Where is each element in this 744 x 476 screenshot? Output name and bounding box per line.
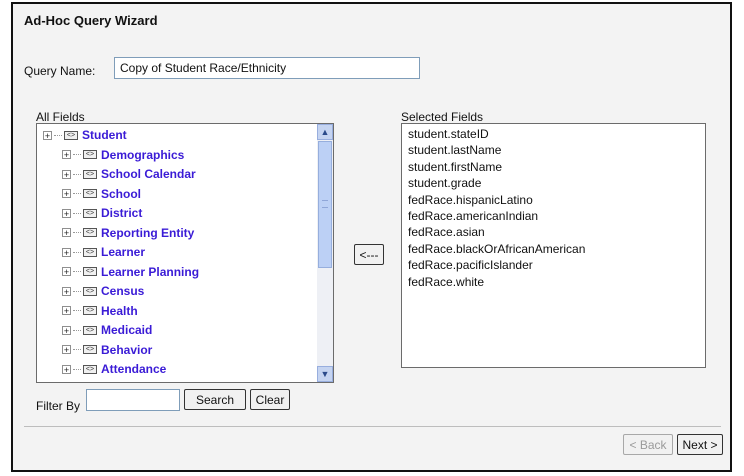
list-item[interactable]: student.stateID xyxy=(408,126,699,142)
wizard-title: Ad-Hoc Query Wizard xyxy=(24,13,158,28)
all-fields-tree[interactable]: + <> Student + <> Demographics + <> School Calen… xyxy=(36,123,334,383)
plus-box-icon[interactable]: + xyxy=(62,286,71,296)
filter-by-label: Filter By xyxy=(36,399,81,413)
xml-node-icon: <> xyxy=(83,364,97,374)
search-button[interactable]: Search xyxy=(184,389,246,410)
tree-connector xyxy=(73,329,81,331)
tree-node-label[interactable]: Learner Planning xyxy=(101,265,199,279)
plus-box-icon[interactable]: + xyxy=(62,169,71,179)
tree-connector xyxy=(73,290,81,292)
plus-box-icon[interactable]: + xyxy=(62,150,71,160)
query-name-input[interactable] xyxy=(114,57,420,79)
xml-node-icon: <> xyxy=(83,208,97,218)
tree-node-label[interactable]: School Calendar xyxy=(101,167,196,181)
scroll-grip-icon xyxy=(322,200,328,208)
plus-box-icon[interactable]: + xyxy=(62,247,71,257)
remove-field-button[interactable]: <--- xyxy=(354,244,384,265)
list-item[interactable]: student.grade xyxy=(408,175,699,191)
tree-node-label[interactable]: Demographics xyxy=(101,148,184,162)
selected-fields-list[interactable]: student.stateID student.lastName student.f… xyxy=(401,123,706,368)
tree-node-label[interactable]: Reporting Entity xyxy=(101,226,194,240)
tree-node-label[interactable]: Health xyxy=(101,304,138,318)
tree-node[interactable]: + <> School xyxy=(62,185,141,203)
list-item[interactable]: fedRace.pacificIslander xyxy=(408,257,699,273)
tree-node[interactable]: + <> Learner Planning xyxy=(62,263,199,281)
next-button[interactable]: Next > xyxy=(677,434,723,455)
tree-connector xyxy=(73,368,81,370)
tree-connector xyxy=(73,173,81,175)
xml-node-icon: <> xyxy=(83,267,97,276)
xml-node-icon: <> xyxy=(83,286,97,296)
xml-node-icon: <> xyxy=(83,325,97,335)
xml-node-icon: <> xyxy=(83,169,97,179)
tree-connector xyxy=(54,134,62,136)
xml-node-icon: <> xyxy=(83,247,97,257)
plus-box-icon[interactable]: + xyxy=(43,130,52,140)
tree-node[interactable]: + <> Census xyxy=(62,282,144,300)
tree-connector xyxy=(73,310,81,311)
tree-node-label[interactable]: Census xyxy=(101,284,144,298)
tree-node[interactable]: + <> Attendance xyxy=(62,360,166,378)
footer-divider xyxy=(24,426,721,427)
list-item[interactable]: fedRace.hispanicLatino xyxy=(408,192,699,208)
tree-node-label[interactable]: School xyxy=(101,187,141,201)
tree-node[interactable]: + <> Learner xyxy=(62,243,145,261)
filter-input[interactable] xyxy=(86,389,180,411)
list-item[interactable]: student.lastName xyxy=(408,142,699,158)
tree-node[interactable]: + <> Health xyxy=(62,302,138,320)
xml-node-icon: <> xyxy=(64,130,78,140)
tree-node-label[interactable]: District xyxy=(101,206,142,220)
chevron-down-icon[interactable]: ▼ xyxy=(317,366,333,382)
plus-box-icon[interactable]: + xyxy=(62,364,71,374)
scroll-thumb[interactable] xyxy=(318,141,332,268)
xml-node-icon: <> xyxy=(83,228,97,237)
tree-node-label[interactable]: Student xyxy=(82,128,127,142)
tree-connector xyxy=(73,212,81,214)
tree-node[interactable]: + <> District xyxy=(62,204,142,222)
list-item[interactable]: fedRace.americanIndian xyxy=(408,208,699,224)
tree-connector xyxy=(73,349,81,350)
plus-box-icon[interactable]: + xyxy=(62,306,71,316)
tree-connector xyxy=(73,232,81,233)
tree-node[interactable]: + <> Student xyxy=(43,126,127,144)
list-item[interactable]: student.firstName xyxy=(408,159,699,175)
list-item[interactable]: fedRace.blackOrAfricanAmerican xyxy=(408,241,699,257)
plus-box-icon[interactable]: + xyxy=(62,189,71,199)
all-fields-label: All Fields xyxy=(36,110,85,124)
tree-node[interactable]: + <> Demographics xyxy=(62,146,184,164)
chevron-up-icon[interactable]: ▲ xyxy=(317,124,333,140)
list-item[interactable]: fedRace.asian xyxy=(408,224,699,240)
tree-node-label[interactable]: Learner xyxy=(101,245,145,259)
plus-box-icon[interactable]: + xyxy=(62,208,71,218)
plus-box-icon[interactable]: + xyxy=(62,267,71,277)
tree-connector xyxy=(73,251,81,253)
tree-node-label[interactable]: Medicaid xyxy=(101,323,152,337)
plus-box-icon[interactable]: + xyxy=(62,345,71,355)
tree-connector xyxy=(73,271,81,272)
plus-box-icon[interactable]: + xyxy=(62,325,71,335)
xml-node-icon: <> xyxy=(83,306,97,315)
tree-node[interactable]: + <> School Calendar xyxy=(62,165,196,183)
xml-node-icon: <> xyxy=(83,189,97,198)
tree-connector xyxy=(73,154,81,155)
back-button[interactable]: < Back xyxy=(623,434,673,455)
list-item[interactable]: fedRace.white xyxy=(408,274,699,290)
tree-node-label[interactable]: Behavior xyxy=(101,343,152,357)
tree-node[interactable]: + <> Medicaid xyxy=(62,321,152,339)
query-name-label: Query Name: xyxy=(24,64,96,78)
plus-box-icon[interactable]: + xyxy=(62,228,71,238)
tree-node[interactable]: + <> Reporting Entity xyxy=(62,224,194,242)
xml-node-icon: <> xyxy=(83,150,97,159)
tree-node[interactable]: + <> Behavior xyxy=(62,341,152,359)
clear-button[interactable]: Clear xyxy=(250,389,290,410)
xml-node-icon: <> xyxy=(83,345,97,354)
tree-connector xyxy=(73,193,81,194)
tree-node-label[interactable]: Attendance xyxy=(101,362,166,376)
selected-fields-label: Selected Fields xyxy=(401,110,484,124)
tree-scrollbar[interactable]: ▲ ▼ xyxy=(317,124,333,382)
